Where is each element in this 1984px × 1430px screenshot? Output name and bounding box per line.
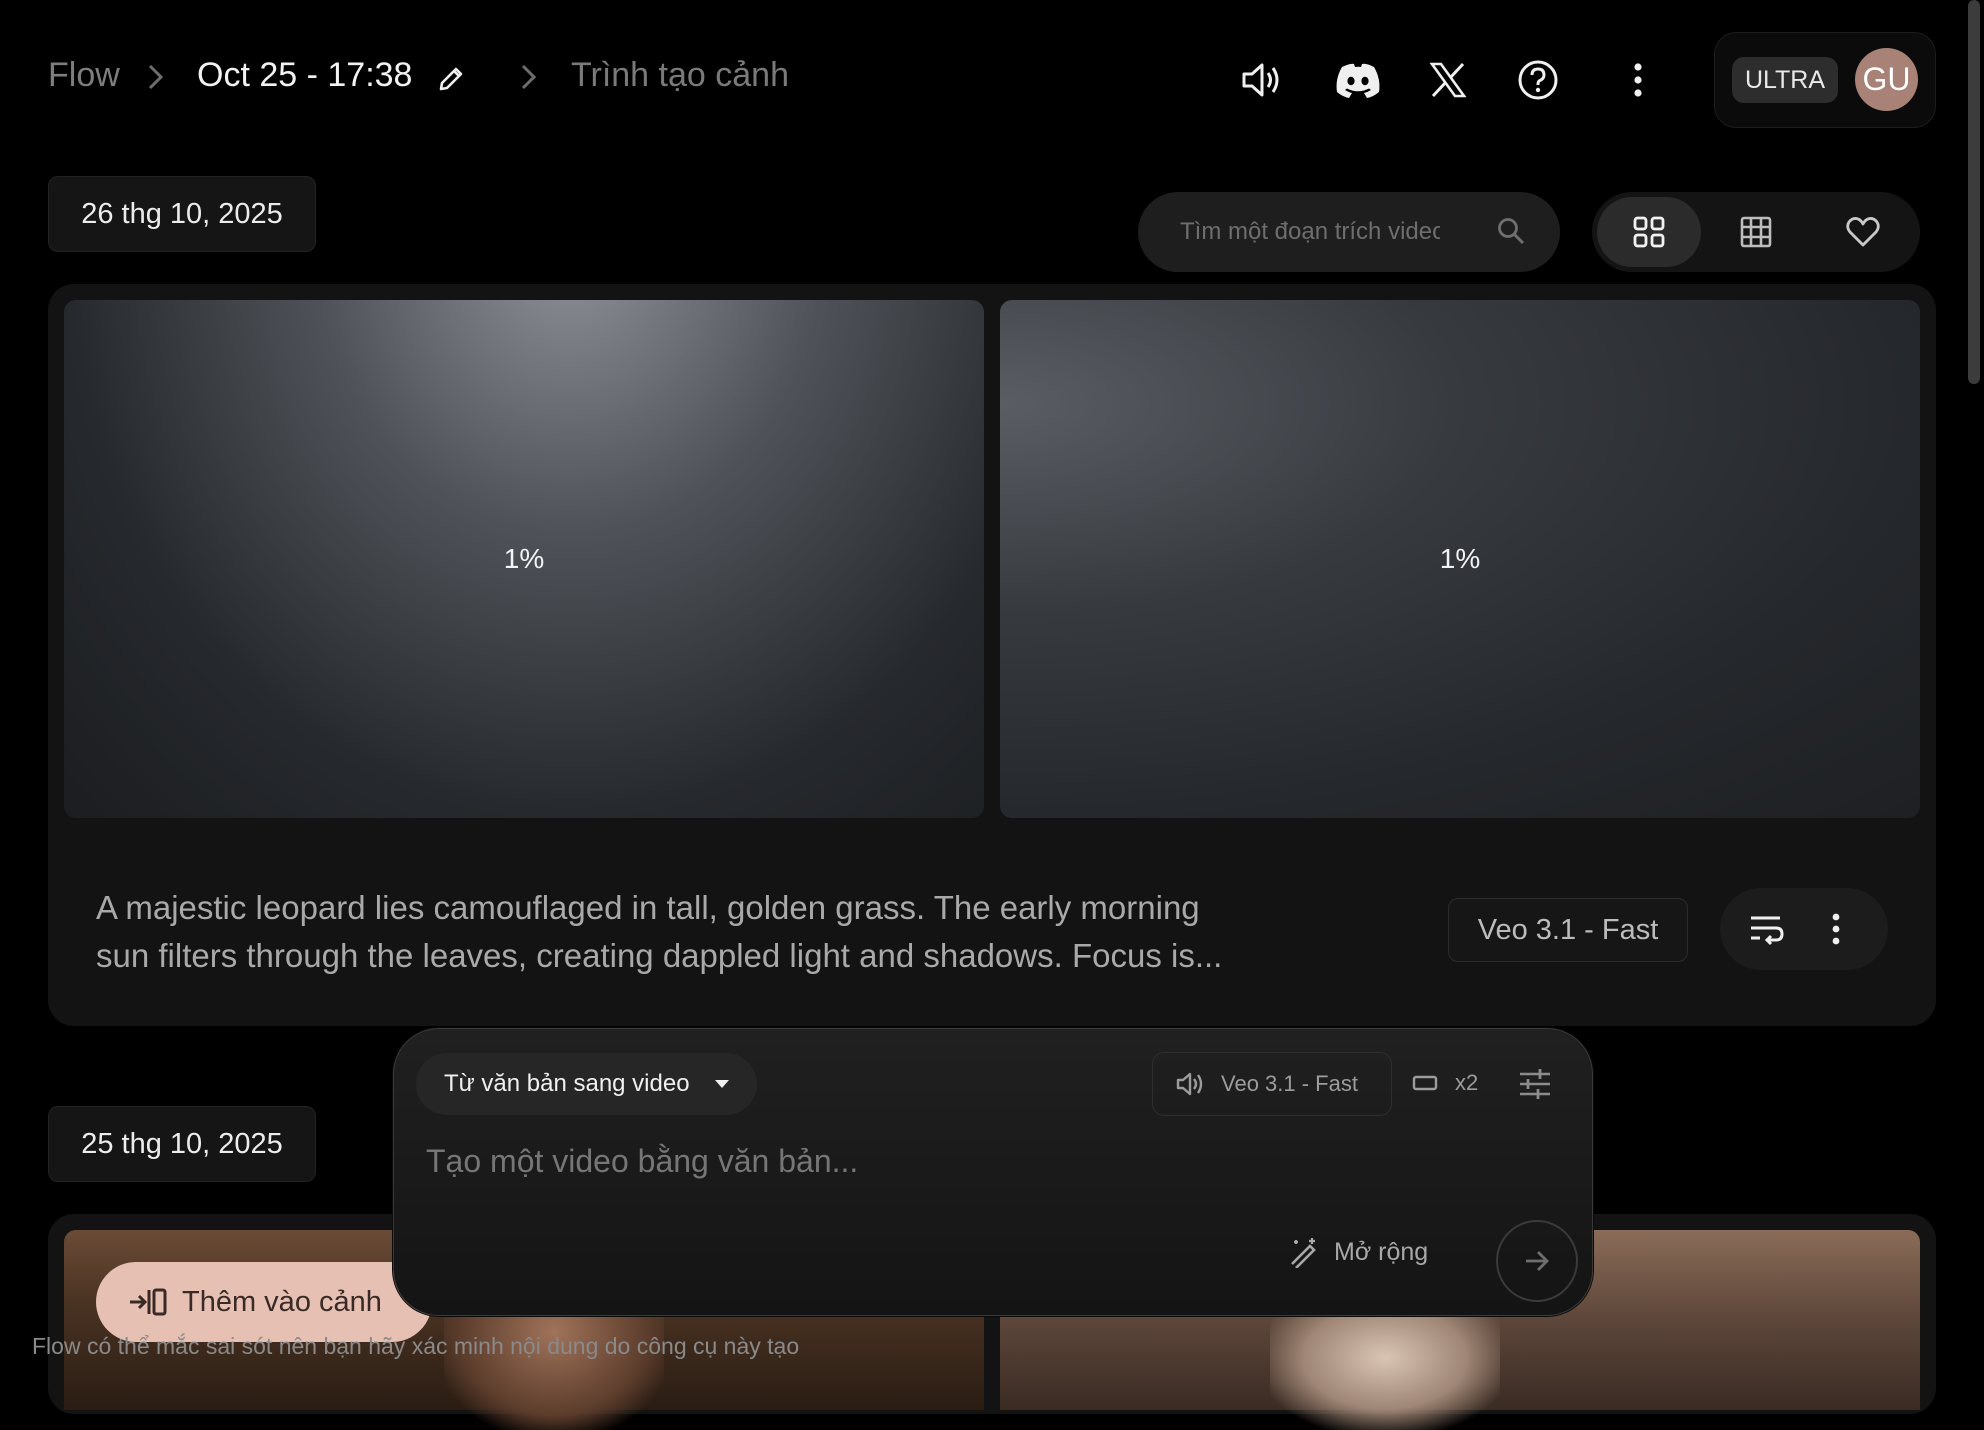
chevron-right-icon <box>519 62 539 92</box>
search-input[interactable] <box>1178 217 1442 247</box>
search-icon[interactable] <box>1496 216 1526 246</box>
add-to-scene-button[interactable]: Thêm vào cảnh <box>96 1262 432 1342</box>
plan-badge: ULTRA <box>1732 57 1838 103</box>
more-vertical-icon[interactable] <box>1830 911 1842 947</box>
reuse-prompt-icon[interactable] <box>1748 911 1784 947</box>
view-mode-toggle <box>1592 192 1920 272</box>
small-grid-view-button[interactable] <box>1704 197 1808 267</box>
composer-model-label: Veo 3.1 - Fast <box>1221 1071 1358 1096</box>
magic-wand-icon <box>1291 1238 1316 1268</box>
prompt-text: A majestic leopard lies camouflaged in t… <box>96 889 1223 974</box>
chevron-right-icon <box>146 62 166 92</box>
caret-down-icon <box>714 1080 729 1088</box>
x-twitter-icon[interactable] <box>1420 52 1476 108</box>
progress-label: 1% <box>1439 543 1481 574</box>
aspect-ratio-icon[interactable] <box>1412 1074 1438 1092</box>
discord-icon[interactable] <box>1330 52 1386 108</box>
expand-prompt-button[interactable]: Mở rộng <box>1288 1236 1428 1268</box>
video-clip-pending[interactable]: 1% <box>1000 300 1920 818</box>
model-settings-chip[interactable]: Veo 3.1 - Fast <box>1152 1052 1392 1116</box>
date-label: 25 thg 10, 2025 <box>48 1106 316 1182</box>
breadcrumb-root[interactable]: Flow <box>48 56 120 95</box>
favorites-button[interactable] <box>1811 197 1915 267</box>
volume-icon[interactable] <box>1234 52 1290 108</box>
help-icon[interactable] <box>1510 52 1566 108</box>
page-scrollbar[interactable] <box>1968 0 1980 384</box>
edit-pencil-icon[interactable] <box>436 64 466 94</box>
expand-label: Mở rộng <box>1334 1237 1429 1266</box>
add-to-scene-label: Thêm vào cảnh <box>182 1285 382 1318</box>
grid-large-icon <box>1633 216 1665 248</box>
grid-small-icon <box>1740 216 1772 248</box>
more-vertical-icon[interactable] <box>1610 52 1666 108</box>
prompt-input[interactable] <box>424 1142 1328 1181</box>
volume-icon <box>1176 1072 1203 1096</box>
mode-dropdown[interactable]: Từ văn bản sang video <box>416 1053 757 1115</box>
mode-label: Từ văn bản sang video <box>444 1070 690 1097</box>
card-actions <box>1720 888 1888 970</box>
add-to-scene-icon <box>130 1288 167 1316</box>
disclaimer-text: Flow có thể mắc sai sót nên bạn hãy xác … <box>32 1333 800 1359</box>
send-button[interactable] <box>1496 1220 1578 1302</box>
project-title: Oct 25 - 17:38 <box>197 56 413 94</box>
settings-sliders-icon[interactable] <box>1518 1068 1552 1100</box>
date-label: 26 thg 10, 2025 <box>48 176 316 252</box>
breadcrumb-current: Trình tạo cảnh <box>571 56 789 94</box>
video-clip-pending[interactable]: 1% <box>64 300 984 818</box>
model-chip: Veo 3.1 - Fast <box>1448 898 1688 962</box>
large-grid-view-button[interactable] <box>1597 197 1701 267</box>
avatar[interactable]: GU <box>1855 48 1918 111</box>
progress-label: 1% <box>503 543 545 574</box>
search-field[interactable] <box>1138 192 1560 272</box>
arrow-right-icon <box>1526 1251 1549 1271</box>
heart-icon <box>1846 217 1880 247</box>
output-count[interactable]: x2 <box>1455 1070 1478 1096</box>
